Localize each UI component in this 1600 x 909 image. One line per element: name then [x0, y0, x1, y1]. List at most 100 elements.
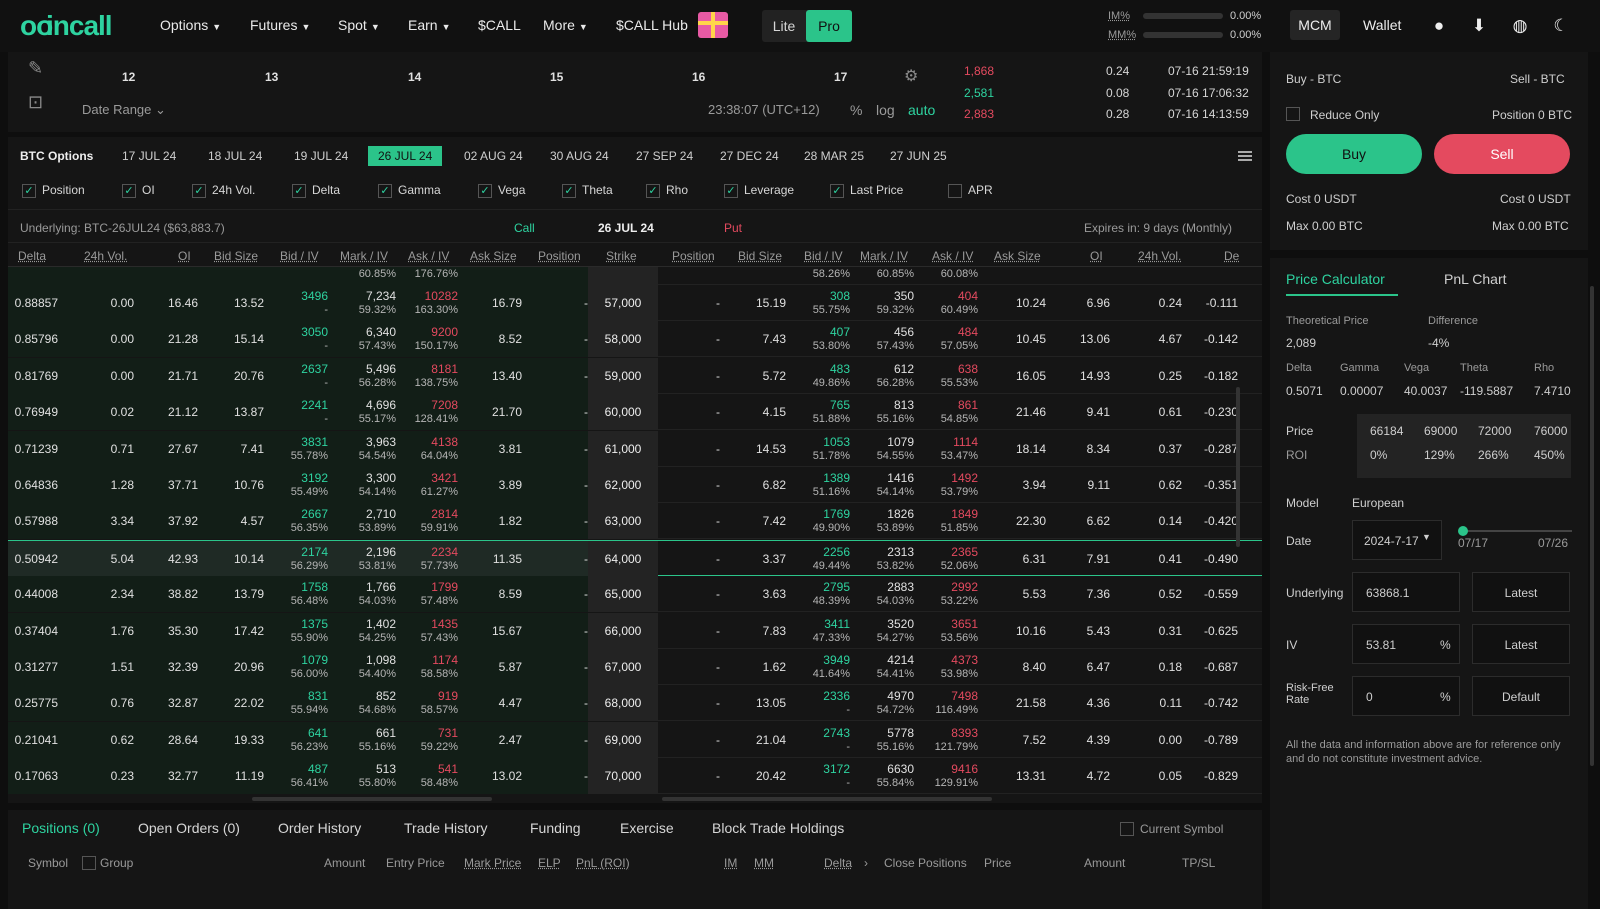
oi-cell[interactable]: 27.67: [128, 442, 198, 456]
paskiv-cell[interactable]: 53.47%: [908, 450, 978, 462]
poi-cell[interactable]: 9.41: [1040, 405, 1110, 419]
pdelta-cell[interactable]: -0.351: [1168, 478, 1238, 492]
vol-cell[interactable]: 1.51: [64, 660, 134, 674]
pasize-cell[interactable]: 8.40: [976, 660, 1046, 674]
lite-pro-toggle[interactable]: Lite Pro: [762, 10, 852, 42]
pos-cell[interactable]: -: [518, 296, 588, 310]
pdelta-cell[interactable]: -0.287: [1168, 442, 1238, 456]
pbidiv-cell[interactable]: 53.80%: [780, 340, 850, 352]
ppos-cell[interactable]: -: [650, 624, 720, 638]
poi-cell[interactable]: 14.93: [1040, 369, 1110, 383]
pmark-cell[interactable]: 1826: [844, 507, 914, 521]
col-header[interactable]: Strike: [606, 249, 637, 263]
pasize-cell[interactable]: 7.52: [976, 733, 1046, 747]
pmarkiv-cell[interactable]: 55.16%: [844, 413, 914, 425]
pasize-cell[interactable]: 13.31: [976, 769, 1046, 783]
mark-cell[interactable]: 513: [326, 762, 396, 776]
col-header[interactable]: Ask / IV: [408, 249, 449, 263]
poi-cell[interactable]: 6.47: [1040, 660, 1110, 674]
pdelta-cell[interactable]: -0.230: [1168, 405, 1238, 419]
paskiv-cell[interactable]: 121.79%: [908, 741, 978, 753]
check-last-price[interactable]: ✓ Last Price: [830, 183, 903, 198]
pbidiv-cell[interactable]: -: [780, 777, 850, 789]
bid-cell[interactable]: 2241: [258, 398, 328, 412]
pask-cell[interactable]: 638: [908, 362, 978, 376]
asize-cell[interactable]: 16.79: [452, 296, 522, 310]
pbid-cell[interactable]: 2256: [780, 545, 850, 559]
pask-cell[interactable]: 7498: [908, 689, 978, 703]
pbsize-cell[interactable]: 6.82: [716, 478, 786, 492]
table-row[interactable]: 63,000 0.57988 3.34 37.92 4.57 2667 56.35% 2,71…: [8, 503, 1262, 540]
bsize-cell[interactable]: 15.14: [194, 332, 264, 346]
tab-exercise[interactable]: Exercise: [620, 820, 674, 836]
pask-cell[interactable]: 8393: [908, 726, 978, 740]
pasize-cell[interactable]: 10.24: [976, 296, 1046, 310]
log-scale-button[interactable]: log: [876, 102, 895, 118]
sell-button[interactable]: Sell: [1434, 134, 1570, 174]
check-theta[interactable]: ✓ Theta: [562, 183, 613, 198]
pbidiv-cell[interactable]: -: [780, 741, 850, 753]
pmarkiv-cell[interactable]: 53.89%: [844, 522, 914, 534]
col-header[interactable]: Mark / IV: [340, 249, 388, 263]
asize-cell[interactable]: 15.67: [452, 624, 522, 638]
markiv-cell[interactable]: 59.32%: [326, 304, 396, 316]
bidiv-cell[interactable]: 55.49%: [258, 486, 328, 498]
pask-cell[interactable]: 1849: [908, 507, 978, 521]
col-header[interactable]: Ask Size: [994, 249, 1041, 263]
expiry-tab[interactable]: 27 JUN 25: [890, 149, 947, 163]
asize-cell[interactable]: 1.82: [452, 514, 522, 528]
pbid-cell[interactable]: 2795: [780, 580, 850, 594]
asize-cell[interactable]: 8.52: [452, 332, 522, 346]
pmarkiv-cell[interactable]: 55.16%: [844, 741, 914, 753]
bidiv-cell[interactable]: -: [258, 413, 328, 425]
pmarkiv-cell[interactable]: 54.14%: [844, 486, 914, 498]
ppos-cell[interactable]: -: [650, 587, 720, 601]
wallet-link[interactable]: Wallet: [1363, 17, 1401, 33]
askiv-cell[interactable]: 57.48%: [388, 595, 458, 607]
poi-cell[interactable]: 4.36: [1040, 696, 1110, 710]
mark-cell[interactable]: 7,234: [326, 289, 396, 303]
ppos-cell[interactable]: -: [650, 478, 720, 492]
pbid-cell[interactable]: 765: [780, 398, 850, 412]
pmark-cell[interactable]: 612: [844, 362, 914, 376]
scrollbar-put[interactable]: [662, 797, 992, 801]
poi-cell[interactable]: 8.34: [1040, 442, 1110, 456]
delta-cell[interactable]: 0.71239: [8, 442, 58, 456]
percent-scale-button[interactable]: %: [850, 102, 862, 118]
mark-cell[interactable]: 1,098: [326, 653, 396, 667]
asize-cell[interactable]: 13.40: [452, 369, 522, 383]
current-symbol-checkbox[interactable]: [1120, 822, 1134, 836]
pbsize-cell[interactable]: 21.04: [716, 733, 786, 747]
pasize-cell[interactable]: 22.30: [976, 514, 1046, 528]
pbid-cell[interactable]: 407: [780, 325, 850, 339]
bid-cell[interactable]: 2637: [258, 362, 328, 376]
mark-cell[interactable]: 2,196: [326, 545, 396, 559]
ask-cell[interactable]: 919: [388, 689, 458, 703]
col-header[interactable]: Mark / IV: [860, 249, 908, 263]
pmarkiv-cell[interactable]: 55.84%: [844, 777, 914, 789]
mark-cell[interactable]: 3,963: [326, 435, 396, 449]
mark-cell[interactable]: 1,766: [326, 580, 396, 594]
pos-cell[interactable]: -: [518, 769, 588, 783]
pbid-cell[interactable]: 3172: [780, 762, 850, 776]
askiv-cell[interactable]: 59.22%: [388, 741, 458, 753]
tab-trade-history[interactable]: Trade History: [404, 820, 488, 836]
ppos-cell[interactable]: -: [650, 332, 720, 346]
bsize-cell[interactable]: 4.57: [194, 514, 264, 528]
pdelta-cell[interactable]: -0.490: [1168, 552, 1238, 566]
askiv-cell[interactable]: 58.48%: [388, 777, 458, 789]
pdelta-cell[interactable]: -0.742: [1168, 696, 1238, 710]
askiv-cell[interactable]: 58.57%: [388, 704, 458, 716]
oi-cell[interactable]: 37.71: [128, 478, 198, 492]
poi-cell[interactable]: 13.06: [1040, 332, 1110, 346]
price-chart[interactable]: ✎ ⊡ 12 13 14 15 16 17 ⚙ Date Range ⌄ 23:…: [8, 52, 970, 132]
vol-cell[interactable]: 0.02: [64, 405, 134, 419]
pdelta-cell[interactable]: -0.142: [1168, 332, 1238, 346]
pos-cell[interactable]: -: [518, 552, 588, 566]
bid-cell[interactable]: 487: [258, 762, 328, 776]
ask-cell[interactable]: 10282: [388, 289, 458, 303]
nav-futures[interactable]: Futures ▼: [250, 17, 310, 33]
pbsize-cell[interactable]: 15.19: [716, 296, 786, 310]
bid-cell[interactable]: 2174: [258, 545, 328, 559]
table-row[interactable]: 59,000 0.81769 0.00 21.71 20.76 2637-5,496 56.…: [8, 357, 1262, 394]
